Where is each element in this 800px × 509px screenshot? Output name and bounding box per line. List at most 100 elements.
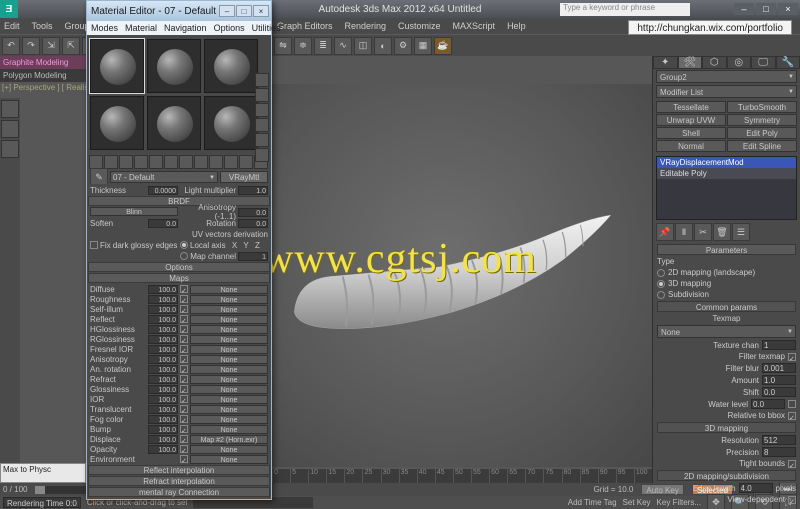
map-amount[interactable]: 100.0 (148, 435, 178, 444)
tab-motion-icon[interactable]: ◎ (727, 56, 752, 69)
background-icon[interactable] (255, 103, 269, 117)
mod-tessellate[interactable]: Tessellate (656, 101, 726, 113)
show-map-icon[interactable] (209, 155, 223, 169)
me-menu-options[interactable]: Options (214, 23, 245, 33)
map-amount[interactable]: 100.0 (148, 285, 178, 294)
map-enable-check[interactable] (180, 455, 188, 463)
sample-slot-1[interactable] (90, 39, 144, 93)
mod-unwrap[interactable]: Unwrap UVW (656, 114, 726, 126)
tab-hierarchy-icon[interactable]: ⬡ (702, 56, 727, 69)
filter-blur[interactable]: Filter blur (657, 363, 796, 373)
map-enable-check[interactable] (180, 385, 188, 393)
tab-display-icon[interactable]: 🖵 (751, 56, 776, 69)
map-amount[interactable]: 100.0 (148, 405, 178, 414)
fixdark-check[interactable] (90, 241, 98, 249)
minimize-button[interactable]: – (734, 3, 754, 15)
map-enable-check[interactable] (180, 335, 188, 343)
map-slot-button[interactable]: None (190, 335, 268, 344)
mod-shell[interactable]: Shell (656, 127, 726, 139)
map-enable-check[interactable] (180, 405, 188, 413)
map-slot-button[interactable]: None (190, 295, 268, 304)
render-frame-button[interactable]: ▦ (414, 37, 432, 55)
material-type-button[interactable]: VRayMtl (220, 171, 268, 183)
map-amount[interactable]: 100.0 (148, 445, 178, 454)
mapchan-radio[interactable] (180, 252, 188, 260)
layers-button[interactable]: ≣ (314, 37, 332, 55)
material-editor-titlebar[interactable]: Material Editor - 07 - Default – □ × (87, 1, 271, 21)
map-amount[interactable]: 100.0 (148, 295, 178, 304)
toolstrip-icon[interactable] (1, 100, 19, 118)
mapchan-value[interactable]: 1 (238, 252, 268, 261)
map-amount[interactable]: 100.0 (148, 415, 178, 424)
me-maximize-button[interactable]: □ (236, 5, 252, 17)
map-amount[interactable]: 100.0 (148, 425, 178, 434)
tab-utilities-icon[interactable]: 🔧 (776, 56, 800, 69)
show-end-icon[interactable] (224, 155, 238, 169)
map-enable-check[interactable] (180, 445, 188, 453)
menu-grapheditors[interactable]: Graph Editors (277, 21, 333, 31)
map-slot-button[interactable]: None (190, 405, 268, 414)
me-menu-material[interactable]: Material (125, 23, 157, 33)
map-slot-button[interactable]: None (190, 345, 268, 354)
me-menu-navigation[interactable]: Navigation (164, 23, 207, 33)
map-enable-check[interactable] (180, 365, 188, 373)
portfolio-link[interactable]: http://chungkan.wix.com/portfolio (628, 20, 792, 35)
stack-unique-icon[interactable]: ✂ (694, 223, 712, 241)
precision[interactable]: Precision (657, 447, 796, 457)
relative-bbox[interactable]: Relative to bbox (657, 411, 796, 420)
edge-length[interactable]: Edge lengthpixels (657, 483, 796, 493)
map-enable-check[interactable] (180, 375, 188, 383)
map-amount[interactable]: 100.0 (148, 335, 178, 344)
aniso-value[interactable]: 0.0 (238, 208, 268, 217)
make-copy-icon[interactable] (149, 155, 163, 169)
render-button[interactable]: ☕ (434, 37, 452, 55)
setkey-button[interactable]: Set Key (623, 498, 651, 507)
go-parent-icon[interactable] (239, 155, 253, 169)
sample-type-icon[interactable] (255, 73, 269, 87)
curve-editor-button[interactable]: ∿ (334, 37, 352, 55)
maximize-button[interactable]: □ (756, 3, 776, 15)
material-editor-window[interactable]: Material Editor - 07 - Default – □ × Mod… (86, 0, 272, 500)
get-material-icon[interactable] (89, 155, 103, 169)
menu-edit[interactable]: Edit (4, 21, 20, 31)
me-menu-modes[interactable]: Modes (91, 23, 118, 33)
map-amount[interactable]: 100.0 (148, 345, 178, 354)
ribbon-tab-graphite[interactable]: Graphite Modeling (0, 56, 100, 69)
map-slot-button[interactable]: None (190, 315, 268, 324)
sample-slot-6[interactable] (204, 96, 258, 150)
stack-remove-icon[interactable]: 🗑 (713, 223, 731, 241)
map-enable-check[interactable] (180, 355, 188, 363)
map-slot-button[interactable]: None (190, 285, 268, 294)
amount[interactable]: Amount (657, 375, 796, 385)
schematic-button[interactable]: ◫ (354, 37, 372, 55)
map-slot-button[interactable]: None (190, 425, 268, 434)
map-enable-check[interactable] (180, 305, 188, 313)
map-slot-button[interactable]: None (190, 305, 268, 314)
brdf-type-dropdown[interactable]: Blinn (90, 207, 178, 216)
help-search-input[interactable]: Type a keyword or phrase (560, 3, 690, 16)
timeline[interactable]: 0 5 10 15 20 25 30 35 40 45 50 55 60 65 … (272, 469, 652, 483)
type-2d[interactable]: 2D mapping (landscape) (657, 268, 796, 277)
toolstrip-icon[interactable] (1, 120, 19, 138)
map-slot-button[interactable]: None (190, 455, 268, 464)
stack-editable-poly[interactable]: Editable Poly (657, 168, 796, 179)
localaxis-radio[interactable] (180, 241, 188, 249)
undo-button[interactable]: ↶ (2, 37, 20, 55)
backlight-icon[interactable] (255, 88, 269, 102)
rollout-refract-interp[interactable]: Refract interpolation (88, 476, 270, 486)
map-enable-check[interactable] (180, 345, 188, 353)
map-enable-check[interactable] (180, 315, 188, 323)
map-slot-button[interactable]: None (190, 325, 268, 334)
render-setup-button[interactable]: ⚙ (394, 37, 412, 55)
tab-create-icon[interactable]: ✦ (653, 56, 678, 69)
sample-slot-3[interactable] (204, 39, 258, 93)
map-enable-check[interactable] (180, 395, 188, 403)
rollout-reflect-interp[interactable]: Reflect interpolation (88, 465, 270, 475)
video-check-icon[interactable] (255, 133, 269, 147)
mod-symmetry[interactable]: Symmetry (727, 114, 797, 126)
put-library-icon[interactable] (179, 155, 193, 169)
viewport-label[interactable]: [+] Perspective ] [ Realist (0, 82, 100, 93)
map-enable-check[interactable] (180, 425, 188, 433)
object-name-field[interactable]: Group2 (656, 70, 797, 83)
sample-slot-5[interactable] (147, 96, 201, 150)
